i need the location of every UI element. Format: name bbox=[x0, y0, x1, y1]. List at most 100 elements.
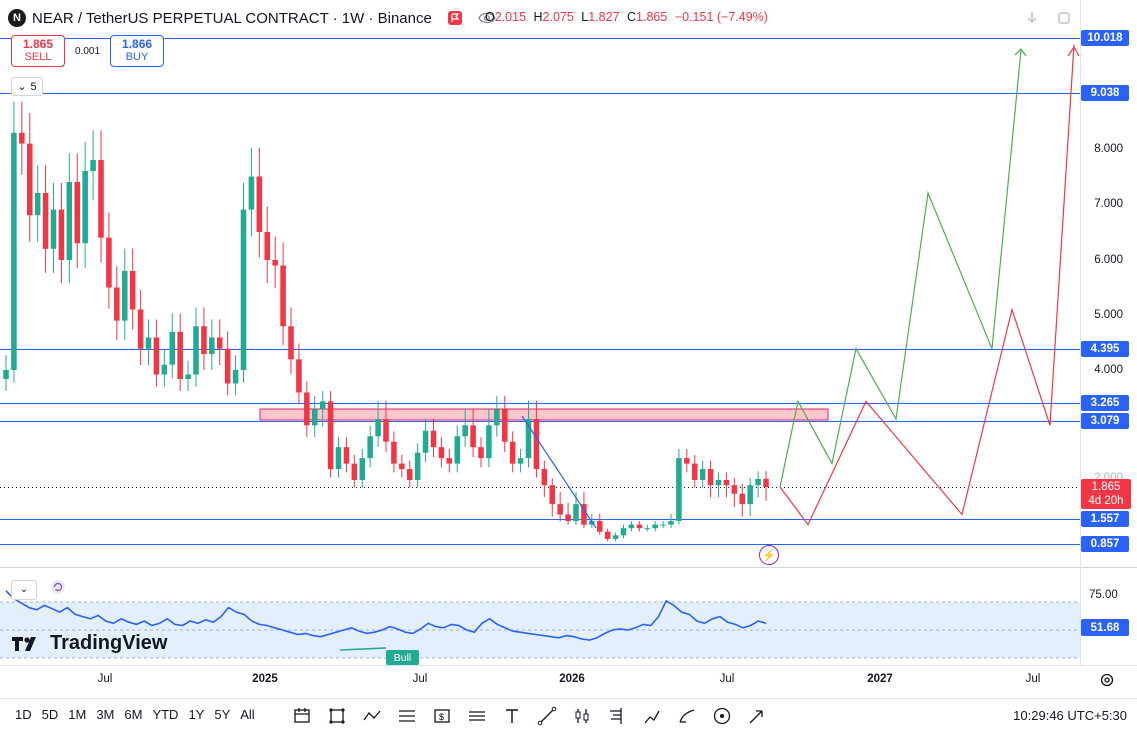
drawing-tools: $ bbox=[289, 704, 770, 728]
gear-icon[interactable] bbox=[1099, 672, 1115, 693]
x-tick: Jul bbox=[97, 673, 113, 685]
level-badge: 1.557 bbox=[1081, 511, 1129, 527]
candle-down bbox=[636, 524, 643, 529]
candle-down bbox=[541, 469, 548, 486]
level-badge: 9.038 bbox=[1081, 85, 1129, 101]
candle-up bbox=[573, 504, 579, 522]
level-badge: 0.857 bbox=[1081, 536, 1129, 552]
timeframe-range-bar: 1D 5D 1M 3M 6M YTD 1Y 5Y All bbox=[10, 707, 260, 722]
candle-up bbox=[676, 458, 682, 522]
candle-down bbox=[739, 493, 746, 505]
rsi-controls: ⌄ bbox=[11, 578, 67, 601]
refresh-icon[interactable] bbox=[49, 578, 67, 601]
candle-down bbox=[533, 418, 540, 470]
range-5d[interactable]: 5D bbox=[37, 707, 64, 722]
tradingview-icon bbox=[12, 636, 36, 651]
range-1y[interactable]: 1Y bbox=[183, 707, 209, 722]
candle-up bbox=[422, 430, 429, 453]
candle-down bbox=[446, 458, 453, 464]
candle-up bbox=[66, 182, 73, 260]
candle-down bbox=[74, 182, 81, 244]
indicators-collapse-button[interactable]: ⌄ 5 bbox=[11, 77, 43, 96]
candle-down bbox=[304, 392, 310, 426]
rsi-value-badge: 51.68 bbox=[1081, 619, 1129, 636]
candle-up bbox=[668, 521, 674, 525]
path-tool-icon[interactable] bbox=[359, 704, 385, 728]
buy-button[interactable]: 1.866 BUY bbox=[110, 35, 165, 67]
date-range-icon[interactable] bbox=[289, 704, 315, 728]
candle-down bbox=[98, 160, 104, 238]
candle-down bbox=[129, 271, 136, 310]
fib-extension-icon[interactable]: $ bbox=[429, 704, 455, 728]
parallel-channel-icon[interactable] bbox=[464, 704, 490, 728]
fib-retracement-icon[interactable] bbox=[394, 704, 420, 728]
candle-up bbox=[660, 524, 666, 526]
candle-down bbox=[430, 430, 437, 448]
candle-down bbox=[256, 176, 263, 232]
candle-up bbox=[454, 436, 461, 464]
candle-up bbox=[414, 452, 421, 480]
candle-down bbox=[723, 480, 730, 486]
candle-down bbox=[478, 447, 484, 459]
candle-down bbox=[343, 447, 350, 464]
rsi-collapse-button[interactable]: ⌄ bbox=[11, 579, 37, 600]
candle-up bbox=[185, 374, 191, 379]
text-tool-icon[interactable] bbox=[499, 704, 525, 728]
range-3m[interactable]: 3M bbox=[91, 707, 119, 722]
ohlc-values: O2.015 H2.075 L1.827 C1.865 −0.151 (−7.4… bbox=[485, 10, 768, 24]
brush-tool-icon[interactable] bbox=[674, 704, 700, 728]
range-all[interactable]: All bbox=[235, 707, 259, 722]
candle-up bbox=[248, 176, 255, 210]
candle-up bbox=[715, 480, 722, 486]
range-1d[interactable]: 1D bbox=[10, 707, 37, 722]
candle-up bbox=[359, 458, 366, 480]
chart-canvas[interactable] bbox=[0, 0, 1137, 700]
candle-up bbox=[652, 524, 658, 529]
level-badge: 3.079 bbox=[1081, 413, 1129, 429]
y-tick: 6.000 bbox=[1094, 254, 1123, 266]
candle-up bbox=[121, 271, 128, 321]
bottom-toolbar: 1D 5D 1M 3M 6M YTD 1Y 5Y All $ 10:29:46 … bbox=[0, 698, 1137, 734]
tradingview-logo[interactable]: TradingView bbox=[12, 632, 167, 655]
candle-up bbox=[486, 425, 492, 459]
rsi-upper-label: 75.00 bbox=[1089, 589, 1118, 601]
candle-up bbox=[755, 478, 761, 486]
range-6m[interactable]: 6M bbox=[119, 707, 147, 722]
cursor-tool-icon[interactable] bbox=[744, 704, 770, 728]
clock-timezone[interactable]: 10:29:46 UTC+5:30 bbox=[1013, 708, 1127, 723]
download-icon[interactable] bbox=[1023, 9, 1041, 27]
candle-up bbox=[517, 458, 524, 464]
candle-up bbox=[311, 409, 318, 426]
candle-down bbox=[604, 531, 611, 539]
range-1m[interactable]: 1M bbox=[63, 707, 91, 722]
level-badge: 10.018 bbox=[1081, 30, 1129, 46]
candle-down bbox=[288, 326, 294, 360]
lightning-icon[interactable]: ⚡ bbox=[759, 545, 779, 565]
candle-down bbox=[391, 441, 397, 464]
pattern-tool-icon[interactable] bbox=[639, 704, 665, 728]
fullscreen-icon[interactable] bbox=[1055, 9, 1073, 27]
chevron-down-icon: ⌄ bbox=[17, 81, 27, 93]
sell-button[interactable]: 1.865 SELL bbox=[11, 35, 65, 67]
candle-up bbox=[612, 535, 619, 539]
long-position-icon[interactable] bbox=[569, 704, 595, 728]
candle-down bbox=[201, 326, 207, 355]
y-tick: 8.000 bbox=[1094, 143, 1123, 155]
candle-up bbox=[50, 209, 57, 249]
range-ytd[interactable]: YTD bbox=[147, 707, 183, 722]
chevron-down-icon: ⌄ bbox=[19, 584, 29, 595]
candle-down bbox=[763, 478, 769, 487]
trend-line-tool-icon[interactable] bbox=[534, 704, 560, 728]
candle-up bbox=[209, 337, 215, 355]
range-5y[interactable]: 5Y bbox=[209, 707, 235, 722]
candle-down bbox=[470, 425, 476, 448]
flag-icon[interactable] bbox=[446, 9, 464, 27]
candle-up bbox=[375, 418, 381, 437]
candle-up bbox=[620, 528, 627, 536]
volume-profile-icon[interactable] bbox=[604, 704, 630, 728]
rectangle-tool-icon[interactable] bbox=[324, 704, 350, 728]
candle-up bbox=[240, 209, 247, 370]
current-price: 1.865 bbox=[1091, 481, 1121, 493]
replay-icon[interactable] bbox=[709, 704, 735, 728]
symbol-title[interactable]: NEAR / TetherUS PERPETUAL CONTRACT · 1W … bbox=[32, 10, 432, 27]
